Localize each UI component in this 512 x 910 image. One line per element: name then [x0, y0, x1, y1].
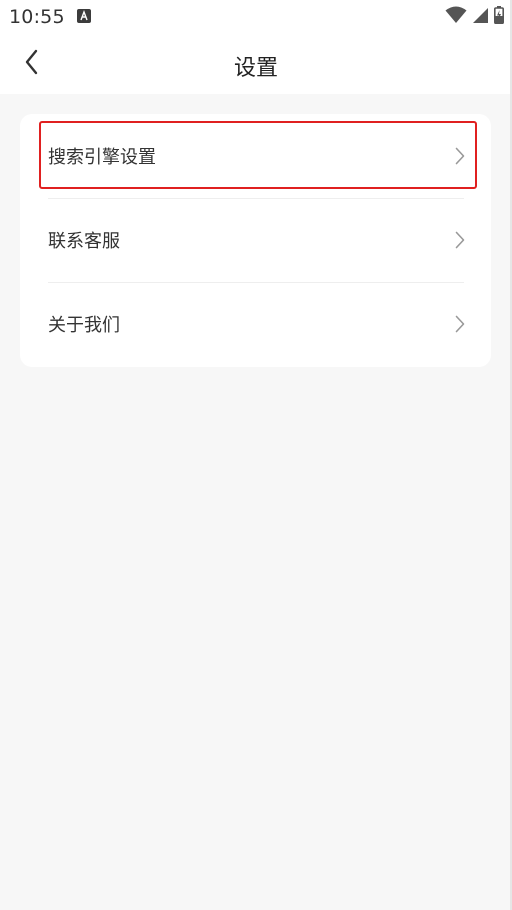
- menu-item-label: 联系客服: [48, 231, 120, 252]
- settings-card: 搜索引擎设置 联系客服 关于我们: [20, 114, 491, 367]
- status-time: 10:55: [9, 6, 65, 28]
- menu-item-contact-support[interactable]: 联系客服: [20, 198, 491, 282]
- menu-item-label: 关于我们: [48, 315, 120, 336]
- status-bar: 10:55: [0, 0, 512, 34]
- chevron-right-icon: [455, 147, 465, 165]
- a-app-icon: [77, 9, 91, 23]
- chevron-right-icon: [455, 315, 465, 333]
- header: 设置: [0, 34, 512, 94]
- menu-item-search-engine-settings[interactable]: 搜索引擎设置: [20, 114, 491, 198]
- menu-item-about-us[interactable]: 关于我们: [20, 282, 491, 366]
- page-title: 设置: [233, 56, 278, 81]
- chevron-right-icon: [455, 231, 465, 249]
- battery-charging-icon: [494, 6, 504, 28]
- menu-item-label: 搜索引擎设置: [48, 147, 156, 168]
- status-indicators: [445, 6, 504, 28]
- wifi-icon: [445, 6, 467, 28]
- signal-icon: [472, 7, 489, 28]
